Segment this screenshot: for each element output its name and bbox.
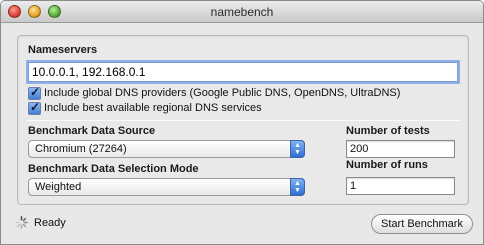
title-bar: namebench — [1, 1, 483, 23]
regional-dns-option[interactable]: ✓ Include best available regional DNS se… — [28, 99, 262, 115]
nameservers-input[interactable] — [26, 60, 460, 84]
regional-dns-checkbox[interactable]: ✓ — [28, 99, 41, 115]
start-benchmark-button[interactable]: Start Benchmark — [371, 214, 473, 234]
spinner-icon — [15, 216, 28, 229]
num-runs-label: Number of runs — [346, 159, 428, 171]
selection-mode-value: Weighted — [35, 181, 82, 193]
global-dns-option[interactable]: ✓ Include global DNS providers (Google P… — [28, 84, 400, 100]
app-window: namebench Nameservers ✓ Include global D… — [0, 0, 484, 245]
data-source-value: Chromium (27264) — [35, 143, 127, 155]
status-text: Ready — [34, 216, 66, 229]
updown-arrows-icon: ▲ ▼ — [290, 178, 305, 196]
checkmark-icon: ✓ — [30, 84, 41, 99]
num-tests-label: Number of tests — [346, 125, 430, 137]
data-source-label: Benchmark Data Source — [28, 125, 156, 137]
status-area: Ready — [15, 216, 66, 229]
updown-arrows-icon: ▲ ▼ — [290, 140, 305, 158]
window-title: namebench — [210, 5, 274, 19]
selection-mode-select[interactable]: Weighted ▲ ▼ — [28, 178, 305, 196]
num-runs-input[interactable] — [346, 177, 455, 195]
num-tests-input[interactable] — [346, 140, 455, 158]
selection-mode-label: Benchmark Data Selection Mode — [28, 163, 199, 175]
settings-panel: Nameservers ✓ Include global DNS provide… — [17, 35, 469, 205]
section-divider — [26, 120, 460, 121]
global-dns-checkbox[interactable]: ✓ — [28, 84, 41, 100]
global-dns-label[interactable]: Include global DNS providers (Google Pub… — [44, 87, 400, 99]
checkmark-icon: ✓ — [30, 99, 41, 114]
regional-dns-label[interactable]: Include best available regional DNS serv… — [44, 102, 262, 114]
data-source-select[interactable]: Chromium (27264) ▲ ▼ — [28, 140, 305, 158]
nameservers-label: Nameservers — [28, 44, 98, 56]
